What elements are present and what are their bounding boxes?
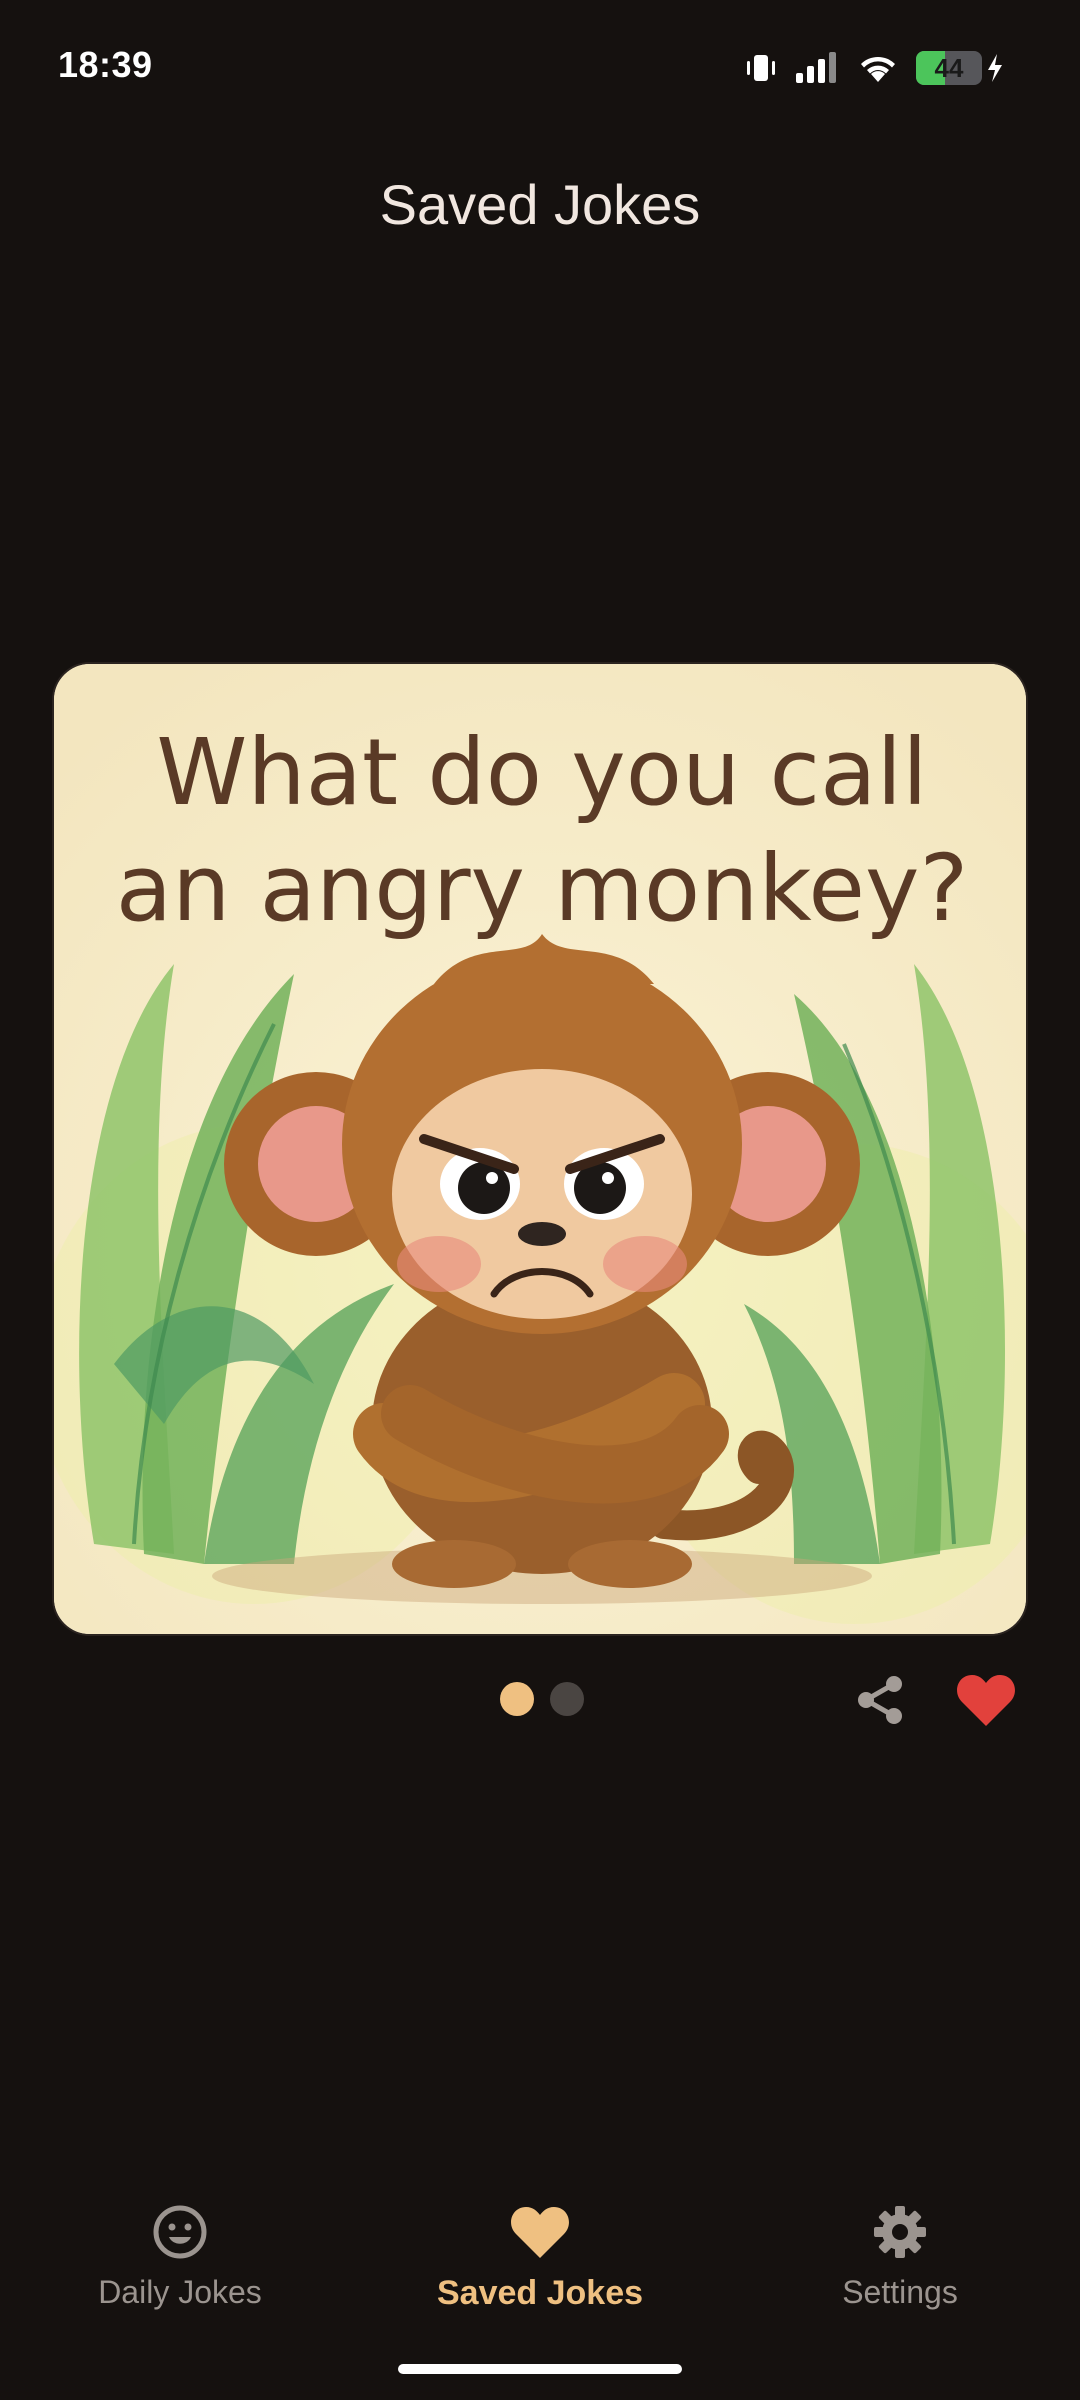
- nav-item-settings[interactable]: Settings: [750, 2190, 1050, 2320]
- status-time: 18:39: [58, 44, 153, 85]
- gear-icon: [874, 2206, 926, 2258]
- page-indicator: [500, 1682, 584, 1716]
- vibrate-icon: [747, 55, 775, 81]
- nav-item-saved-jokes[interactable]: Saved Jokes: [390, 2190, 690, 2320]
- favorite-heart-icon[interactable]: [956, 1672, 1016, 1728]
- wifi-icon: [861, 56, 895, 82]
- battery-icon: 44: [916, 51, 982, 85]
- page-dot-active[interactable]: [500, 1682, 534, 1716]
- nav-label: Saved Jokes: [436, 2274, 644, 2312]
- share-icon[interactable]: [852, 1672, 908, 1728]
- battery-level: 44: [934, 52, 964, 83]
- signal-icon: [796, 52, 836, 83]
- angry-monkey-illustration: What do you call an angry monkey?: [54, 664, 1026, 1634]
- joke-setup-line-1: What do you call: [156, 719, 927, 826]
- page-title: Saved Jokes: [379, 173, 701, 236]
- nav-item-daily-jokes[interactable]: Daily Jokes: [30, 2190, 330, 2320]
- joke-setup-line-2: an angry monkey?: [116, 835, 969, 942]
- status-icons: 44: [744, 48, 1004, 88]
- heart-icon: [511, 2207, 569, 2258]
- nav-label: Settings: [842, 2274, 958, 2310]
- nav-label: Daily Jokes: [98, 2274, 262, 2310]
- joke-card[interactable]: What do you call an angry monkey?: [52, 662, 1028, 1636]
- bottom-navigation: Daily Jokes Saved Jokes Settings: [0, 2190, 1080, 2340]
- status-bar: 18:39 44: [0, 0, 1080, 130]
- home-indicator[interactable]: [398, 2364, 682, 2374]
- smiley-icon: [153, 2205, 207, 2259]
- page-dot[interactable]: [550, 1682, 584, 1716]
- charging-icon: [988, 54, 1002, 82]
